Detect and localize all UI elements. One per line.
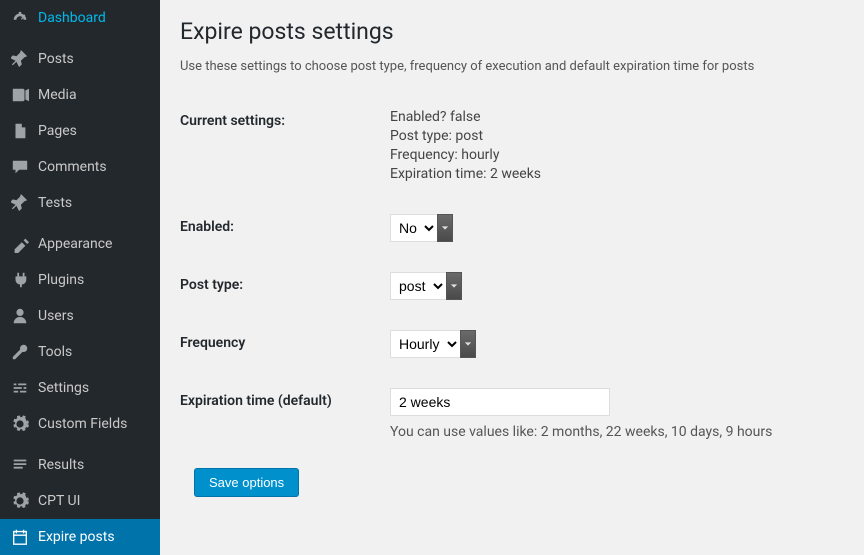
sidebar-item-label: Posts <box>38 51 74 67</box>
sidebar-item-appearance[interactable]: Appearance <box>0 226 160 262</box>
posttype-select[interactable]: post <box>390 272 446 300</box>
sidebar-item-label: Users <box>38 308 74 324</box>
chevron-down-icon <box>446 272 462 300</box>
admin-sidebar: Dashboard Posts Media Pages Comments Tes… <box>0 0 160 554</box>
enabled-label: Enabled: <box>180 204 390 262</box>
current-settings-values: Enabled? false Post type: post Frequency… <box>390 98 844 204</box>
sidebar-item-label: CPT UI <box>38 493 80 509</box>
settings-icon <box>10 378 30 398</box>
sidebar-item-label: Custom Fields <box>38 416 127 432</box>
sidebar-item-custom-fields[interactable]: Custom Fields <box>0 406 160 442</box>
chevron-down-icon <box>460 330 476 358</box>
sidebar-item-tests[interactable]: Tests <box>0 185 160 221</box>
sidebar-item-label: Appearance <box>38 236 112 252</box>
gear-icon <box>10 491 30 511</box>
frequency-select[interactable]: Hourly <box>390 330 460 358</box>
calendar-icon <box>10 527 30 547</box>
dashboard-icon <box>10 8 30 28</box>
sidebar-item-tools[interactable]: Tools <box>0 334 160 370</box>
sidebar-item-label: Dashboard <box>38 10 106 26</box>
comment-icon <box>10 157 30 177</box>
media-icon <box>10 85 30 105</box>
sidebar-item-posts[interactable]: Posts <box>0 41 160 77</box>
sidebar-item-users[interactable]: Users <box>0 298 160 334</box>
sidebar-item-label: Expire posts <box>38 529 115 545</box>
current-settings-heading: Current settings: <box>180 98 390 204</box>
page-description: Use these settings to choose post type, … <box>180 59 844 74</box>
sidebar-item-label: Plugins <box>38 272 84 288</box>
frequency-select-wrap: Hourly <box>390 330 476 358</box>
expiration-label: Expiration time (default) <box>180 378 390 460</box>
plugin-icon <box>10 270 30 290</box>
pin-icon <box>10 49 30 69</box>
sidebar-item-pages[interactable]: Pages <box>0 113 160 149</box>
enabled-select[interactable]: No <box>390 214 437 242</box>
tool-icon <box>10 342 30 362</box>
enabled-select-wrap: No <box>390 214 453 242</box>
expiration-input[interactable] <box>390 388 610 416</box>
posttype-label: Post type: <box>180 262 390 320</box>
sidebar-item-settings[interactable]: Settings <box>0 370 160 406</box>
save-button[interactable]: Save options <box>194 468 299 497</box>
frequency-label: Frequency <box>180 320 390 378</box>
sidebar-item-label: Results <box>38 457 84 473</box>
sidebar-item-label: Comments <box>38 159 107 175</box>
page-icon <box>10 121 30 141</box>
sidebar-item-label: Settings <box>38 380 89 396</box>
sidebar-item-results[interactable]: Results <box>0 447 160 483</box>
sidebar-item-cpt-ui[interactable]: CPT UI <box>0 483 160 519</box>
posttype-select-wrap: post <box>390 272 462 300</box>
settings-form: Current settings: Enabled? false Post ty… <box>180 98 844 460</box>
sidebar-item-expire-posts[interactable]: Expire posts <box>0 519 160 555</box>
sidebar-item-plugins[interactable]: Plugins <box>0 262 160 298</box>
results-icon <box>10 455 30 475</box>
sidebar-item-dashboard[interactable]: Dashboard <box>0 0 160 36</box>
chevron-down-icon <box>437 214 453 242</box>
pin-icon <box>10 193 30 213</box>
sidebar-item-label: Tools <box>38 344 72 360</box>
gear-icon <box>10 414 30 434</box>
content-area: Expire posts settings Use these settings… <box>160 0 864 554</box>
appearance-icon <box>10 234 30 254</box>
sidebar-item-label: Tests <box>38 195 72 211</box>
sidebar-item-label: Media <box>38 87 77 103</box>
sidebar-item-label: Pages <box>38 123 77 139</box>
sidebar-item-media[interactable]: Media <box>0 77 160 113</box>
expiration-hint: You can use values like: 2 months, 22 we… <box>390 424 834 440</box>
page-title: Expire posts settings <box>180 18 844 45</box>
user-icon <box>10 306 30 326</box>
sidebar-item-comments[interactable]: Comments <box>0 149 160 185</box>
